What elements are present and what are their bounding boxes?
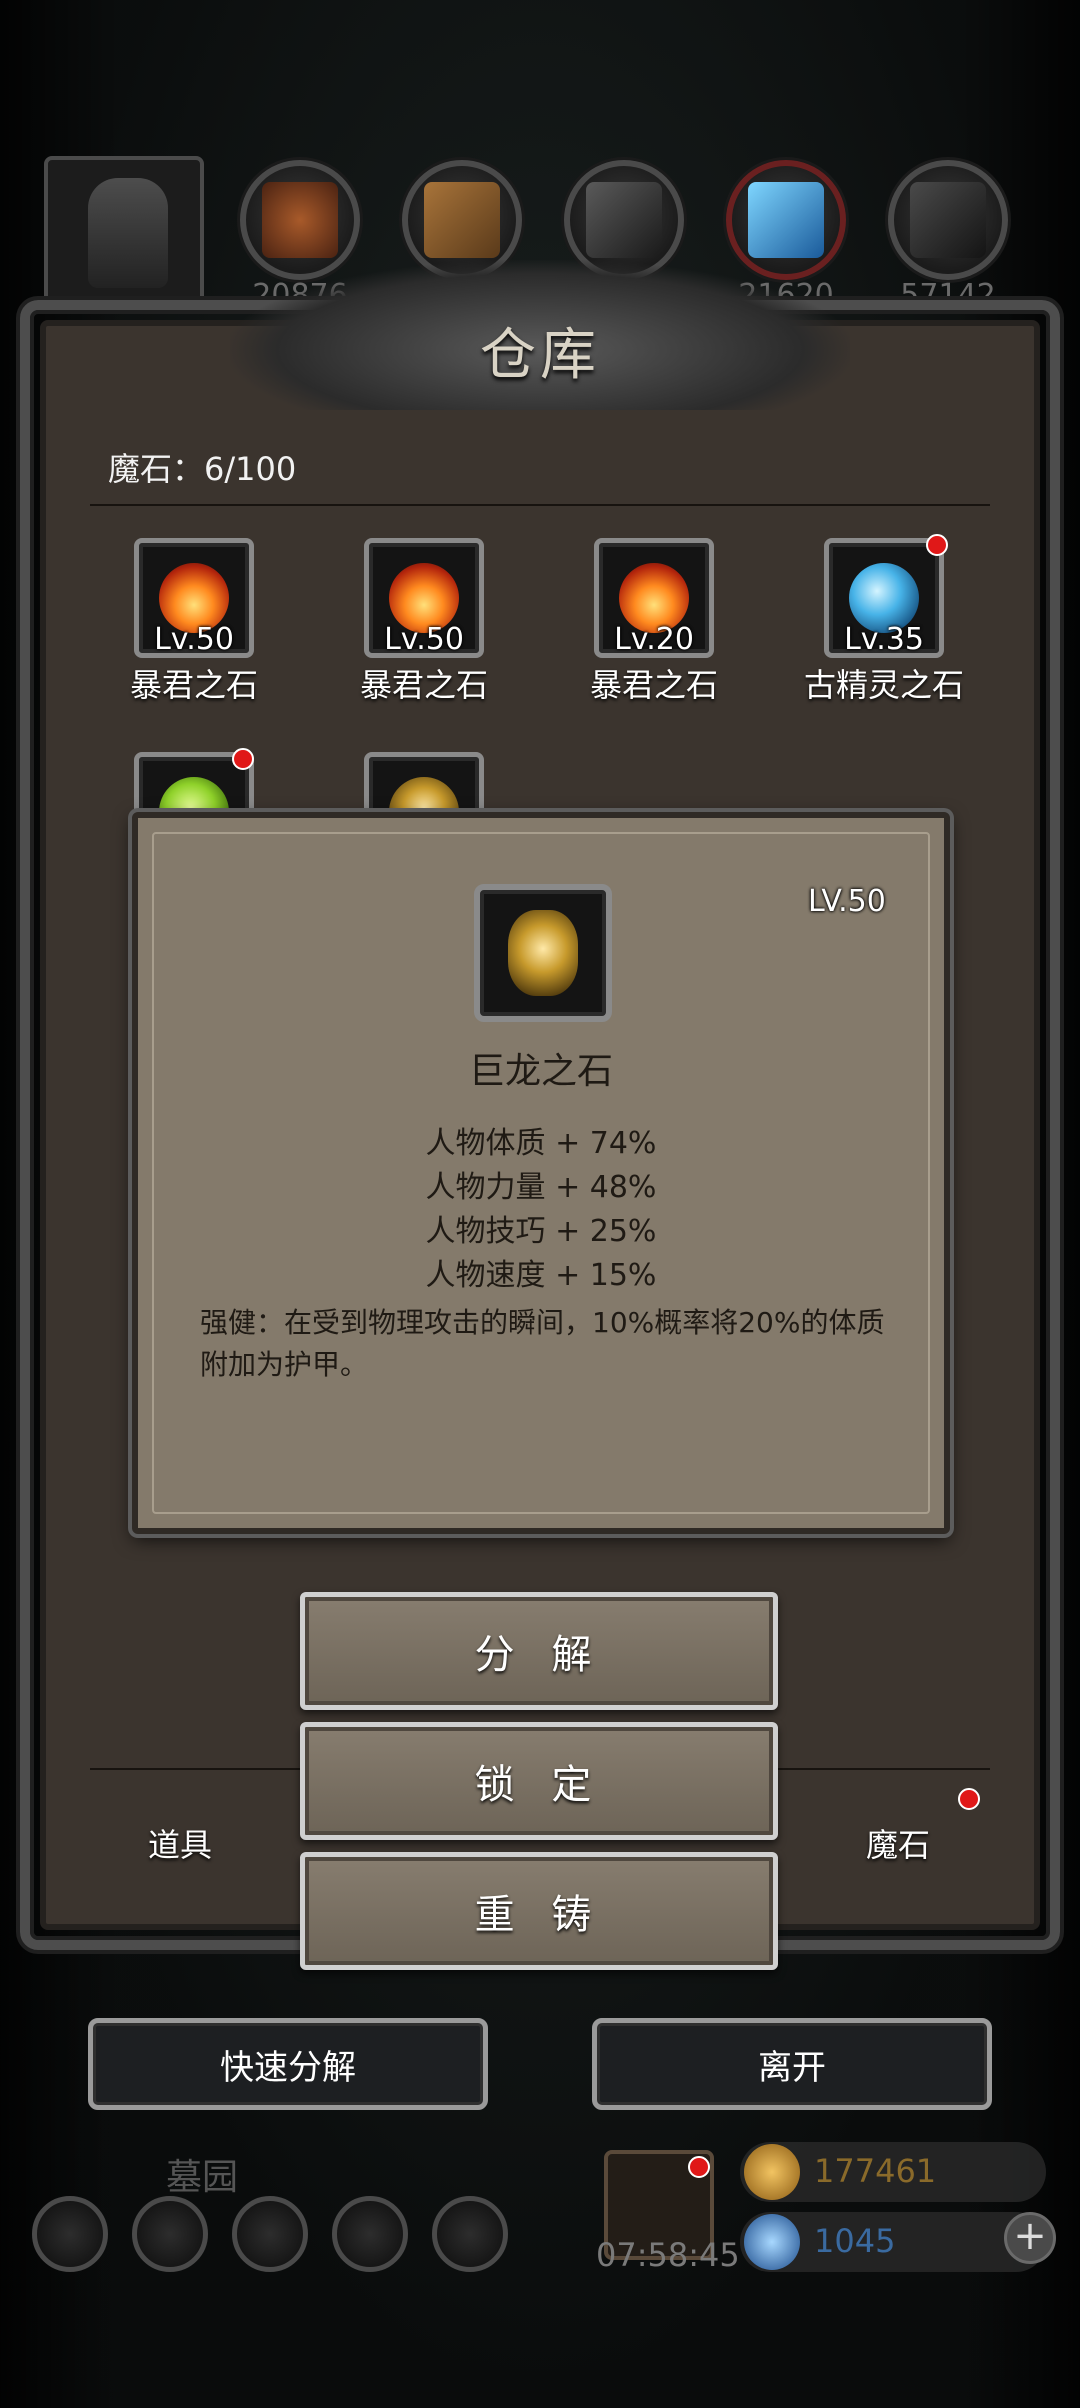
- detail-icon-frame: [474, 884, 612, 1022]
- item-name: 暴君之石: [359, 666, 488, 704]
- resource-slot-stone[interactable]: [888, 160, 1008, 280]
- panel-title: 仓库: [480, 323, 600, 388]
- detail-stat: 人物速度 + 15%: [425, 1258, 657, 1293]
- item-level: Lv.50: [154, 622, 234, 657]
- item-slot[interactable]: Lv.20 暴君之石: [554, 538, 744, 704]
- area-label: 墓园: [166, 2157, 239, 2198]
- gold-counter: 177461: [740, 2142, 1046, 2202]
- tab-stones[interactable]: 魔石: [866, 1820, 930, 1866]
- dragon-stone-icon: [508, 910, 578, 996]
- item-level: Lv.35: [844, 622, 924, 657]
- detail-description: 强健：在受到物理攻击的瞬间，10%概率将20%的体质附加为护甲。: [200, 1306, 885, 1381]
- quick-decompose-button[interactable]: 快速分解: [88, 2018, 488, 2110]
- resource-value: 57142: [900, 278, 996, 313]
- detail-name: 巨龙之石: [468, 1051, 613, 1092]
- new-badge-dot: [232, 748, 254, 770]
- settings-icon[interactable]: [32, 2196, 108, 2272]
- gift-timer: 07:58:45: [596, 2236, 740, 2274]
- add-gems-button[interactable]: +: [1004, 2212, 1056, 2264]
- detail-stat: 人物技巧 + 25%: [425, 1214, 657, 1249]
- lock-button[interactable]: 锁 定: [300, 1722, 778, 1840]
- wood-icon: [424, 182, 500, 258]
- star-icon[interactable]: [132, 2196, 208, 2272]
- detail-stat: 人物力量 + 48%: [425, 1170, 657, 1205]
- gift-badge-dot: [688, 2156, 710, 2178]
- mail-icon[interactable]: [332, 2196, 408, 2272]
- dice-icon[interactable]: [432, 2196, 508, 2272]
- item-name: 暴君之石: [589, 666, 718, 704]
- tab-items[interactable]: 道具: [148, 1820, 212, 1866]
- item-slot[interactable]: Lv.50 暴君之石: [94, 538, 284, 704]
- gold-value: 177461: [814, 2152, 937, 2190]
- map-icon[interactable]: [232, 2196, 308, 2272]
- item-detail-popup: LV.50 巨龙之石 人物体质 + 74% 人物力量 + 48% 人物技巧 + …: [132, 812, 950, 1534]
- tab-badge-dot: [958, 1788, 980, 1810]
- meat-icon: [262, 182, 338, 258]
- gem-counter: 1045: [740, 2212, 1046, 2272]
- detail-stat: 人物体质 + 74%: [425, 1126, 657, 1161]
- item-name: 暴君之石: [129, 666, 258, 704]
- hero-portrait[interactable]: [44, 156, 204, 306]
- crystal-icon: [748, 182, 824, 258]
- divider: [90, 504, 990, 506]
- item-level: Lv.50: [384, 622, 464, 657]
- leave-button[interactable]: 离开: [592, 2018, 992, 2110]
- item-name: 古精灵之石: [803, 666, 964, 704]
- stone-icon: [910, 182, 986, 258]
- gold-coin-icon: [744, 2144, 800, 2200]
- detail-level: LV.50: [808, 884, 886, 919]
- stone-count: 魔石：6/100: [108, 450, 297, 488]
- helmet-icon: [88, 178, 168, 288]
- new-badge-dot: [926, 534, 948, 556]
- item-slot[interactable]: Lv.35 古精灵之石: [784, 534, 974, 704]
- gem-icon: [744, 2214, 800, 2270]
- item-level: Lv.20: [614, 622, 694, 657]
- decompose-button[interactable]: 分 解: [300, 1592, 778, 1710]
- item-slot[interactable]: Lv.50 暴君之石: [324, 538, 514, 704]
- reforge-button[interactable]: 重 铸: [300, 1852, 778, 1970]
- gem-value: 1045: [814, 2222, 896, 2260]
- iron-icon: [586, 182, 662, 258]
